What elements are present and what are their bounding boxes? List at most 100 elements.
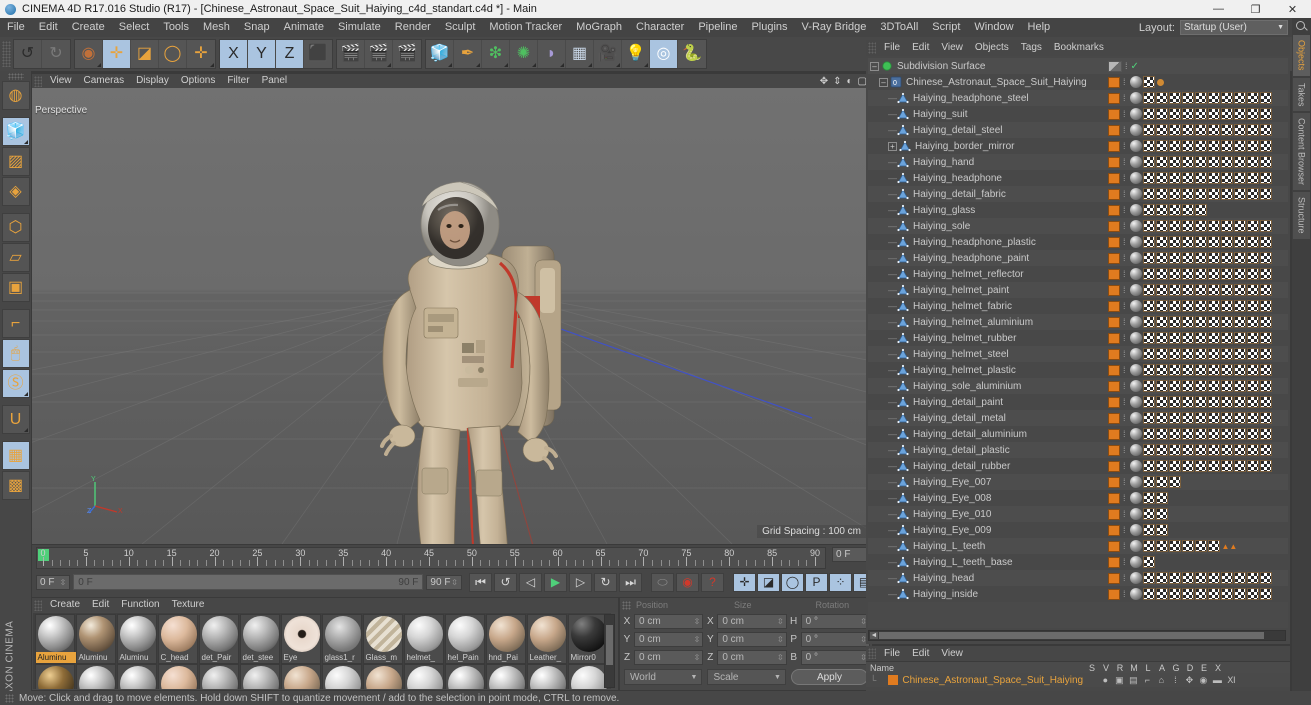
texture-tag-icon[interactable] — [1155, 396, 1168, 408]
texture-tag-icon[interactable] — [1194, 188, 1207, 200]
vertical-tab-takes[interactable]: Takes — [1293, 77, 1310, 112]
end-frame-field[interactable]: 90 F ⇳ — [426, 574, 462, 590]
texture-tag-icon[interactable] — [1259, 124, 1272, 136]
object-tree-row[interactable]: — Haiying_Eye_010 — [868, 506, 1106, 522]
viewport-solo-tool[interactable]: 🖱 — [1, 339, 30, 368]
texture-tag-icon[interactable] — [1246, 252, 1259, 264]
texture-tag-icon[interactable] — [1194, 92, 1207, 104]
texture-tag-icon[interactable] — [1220, 188, 1233, 200]
object-tree-row[interactable]: — Haiying_headphone_paint — [868, 250, 1106, 266]
polygon-mode-tool[interactable]: ▣ — [1, 273, 30, 302]
layout-dropdown[interactable]: Startup (User) ▼ — [1180, 20, 1288, 35]
material-tag-icon[interactable] — [1129, 252, 1142, 264]
layer-color-tag[interactable] — [1108, 92, 1120, 104]
texture-tag-icon[interactable] — [1168, 108, 1181, 120]
layer-color-tag[interactable] — [1108, 396, 1120, 408]
texture-tag-icon[interactable] — [1259, 380, 1272, 392]
object-tag-row[interactable]: ⁞ — [1106, 170, 1288, 186]
dolly-view-icon[interactable]: ⇕ — [833, 76, 841, 87]
menu-item-snap[interactable]: Snap — [237, 18, 277, 37]
texture-tag-icon[interactable] — [1142, 412, 1155, 424]
menu-item-select[interactable]: Select — [112, 18, 157, 37]
maximize-button[interactable]: ❐ — [1237, 0, 1274, 18]
material-swatch[interactable] — [526, 664, 567, 689]
texture-tag-icon[interactable] — [1246, 92, 1259, 104]
world-object-coordinate-toggle[interactable]: ⬛ — [304, 40, 332, 68]
texture-tag-icon[interactable] — [1233, 348, 1246, 360]
object-tag-row[interactable]: ⁞ — [1106, 282, 1288, 298]
texture-tag-icon[interactable] — [1233, 108, 1246, 120]
layer-color-tag[interactable] — [1108, 348, 1120, 360]
point-mode-tool[interactable]: ⬡ — [1, 213, 30, 242]
texture-tag-icon[interactable] — [1207, 540, 1220, 552]
texture-tag-icon[interactable] — [1207, 428, 1220, 440]
texture-tag-icon[interactable] — [1207, 316, 1220, 328]
expand-icon[interactable]: + — [888, 141, 897, 151]
texture-tag-icon[interactable] — [1233, 364, 1246, 376]
texture-tag-icon[interactable] — [1155, 524, 1168, 536]
layer-toggle-icon[interactable]: ✥ — [1182, 675, 1196, 686]
polygon-grid-tool[interactable]: ◈ — [1, 177, 30, 206]
texture-tag-icon[interactable] — [1194, 572, 1207, 584]
left-palette-grip[interactable] — [7, 73, 24, 80]
texture-tag-icon[interactable] — [1155, 140, 1168, 152]
texture-tag-icon[interactable] — [1142, 476, 1155, 488]
object-tag-row[interactable]: ⁞ — [1106, 154, 1288, 170]
texture-tag-icon[interactable] — [1142, 428, 1155, 440]
material-swatch[interactable]: Leather_ — [526, 614, 567, 664]
move-add-tool[interactable]: ✛ — [187, 40, 215, 68]
texture-tag-icon[interactable] — [1259, 316, 1272, 328]
texture-tag-icon[interactable] — [1207, 380, 1220, 392]
material-tag-icon[interactable] — [1129, 236, 1142, 248]
material-tag-icon[interactable] — [1129, 348, 1142, 360]
menu-item-plugins[interactable]: Plugins — [744, 18, 794, 37]
texture-tag-icon[interactable] — [1155, 572, 1168, 584]
texture-tag-icon[interactable] — [1194, 332, 1207, 344]
texture-tag-icon[interactable] — [1246, 124, 1259, 136]
object-tag-row[interactable]: ⁞ — [1106, 330, 1288, 346]
material-swatch[interactable] — [444, 664, 485, 689]
object-tree-row[interactable]: — Haiying_helmet_aluminium — [868, 314, 1106, 330]
object-tag-row[interactable]: ⁞ — [1106, 106, 1288, 122]
start-frame-field[interactable]: 0 F ⇳ — [36, 574, 71, 590]
material-scrollbar[interactable] — [604, 614, 615, 688]
timeline-scrubber[interactable]: 0 F 90 F — [73, 574, 424, 590]
material-swatch[interactable]: hnd_Pai — [485, 614, 526, 664]
object-tag-row[interactable]: ⁞ — [1106, 186, 1288, 202]
object-tag-row[interactable]: ⁞ — [1106, 234, 1288, 250]
object-tree-row[interactable]: — Haiying_headphone_plastic — [868, 234, 1106, 250]
texture-tag-icon[interactable] — [1220, 316, 1233, 328]
layer-color-tag[interactable] — [1108, 268, 1120, 280]
layer-color-tag[interactable] — [1108, 188, 1120, 200]
menu-item-file[interactable]: File — [0, 18, 32, 37]
texture-tag-icon[interactable] — [1233, 220, 1246, 232]
texture-tag-icon[interactable] — [1220, 572, 1233, 584]
menu-item-window[interactable]: Window — [967, 18, 1020, 37]
layer-color-swatch[interactable] — [888, 675, 899, 685]
collapse-icon[interactable]: – — [879, 77, 888, 87]
texture-tag-icon[interactable] — [1194, 540, 1207, 552]
texture-tag-icon[interactable] — [1207, 572, 1220, 584]
menu-item-mograph[interactable]: MoGraph — [569, 18, 629, 37]
layer-toggle-icon[interactable]: ▤ — [1126, 675, 1140, 686]
texture-tag-icon[interactable] — [1259, 364, 1272, 376]
object-tree-row[interactable]: — Haiying_detail_rubber — [868, 458, 1106, 474]
material-swatch[interactable]: helmet_ — [403, 614, 444, 664]
layer-color-tag[interactable] — [1108, 380, 1120, 392]
texture-tag-icon[interactable] — [1155, 588, 1168, 600]
texture-tag-icon[interactable] — [1259, 108, 1272, 120]
texture-tag-icon[interactable] — [1220, 412, 1233, 424]
object-tree-row[interactable]: — Haiying_helmet_fabric — [868, 298, 1106, 314]
menu-item-character[interactable]: Character — [629, 18, 691, 37]
texture-tag-icon[interactable] — [1207, 156, 1220, 168]
texture-tag-icon[interactable] — [1246, 188, 1259, 200]
enabled-check-icon[interactable]: ✓ — [1131, 61, 1139, 72]
spinner-icon[interactable]: ⇳ — [694, 617, 701, 626]
material-tag-icon[interactable] — [1129, 396, 1142, 408]
layer-color-tag[interactable] — [1108, 156, 1120, 168]
texture-tag-icon[interactable] — [1259, 188, 1272, 200]
texture-tag-icon[interactable] — [1181, 300, 1194, 312]
material-swatch[interactable]: Glass_m — [362, 614, 403, 664]
texture-tag-icon[interactable] — [1168, 332, 1181, 344]
spinner-icon[interactable]: ⇳ — [694, 653, 701, 662]
